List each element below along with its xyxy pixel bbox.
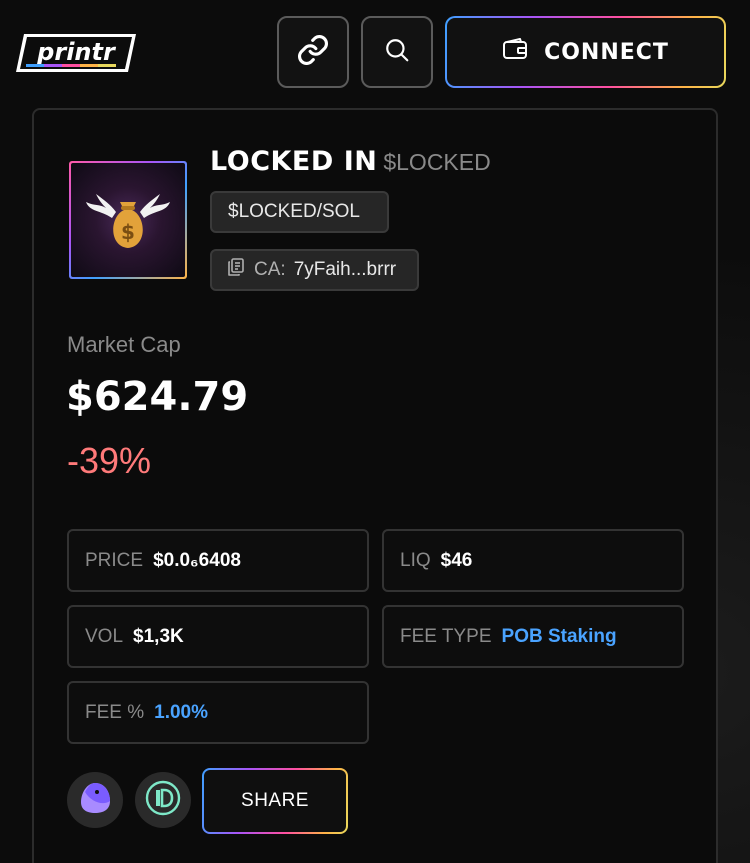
svg-text:$: $: [121, 220, 135, 244]
pair-label: $LOCKED/SOL: [228, 201, 360, 222]
fee-pct-value: 1.00%: [154, 701, 208, 723]
share-label: SHARE: [241, 790, 309, 811]
liq-label: LIQ: [400, 549, 431, 571]
market-cap-change: -39%: [67, 440, 152, 481]
token-title: LOCKED IN $LOCKED: [210, 146, 491, 177]
dexscreener-link[interactable]: [135, 772, 191, 828]
printr-logo[interactable]: printr: [16, 30, 138, 76]
fee-type-value[interactable]: POB Staking: [502, 626, 617, 648]
copy-contract-address[interactable]: CA: 7yFaih...brrr: [210, 249, 419, 291]
price-label: PRICE: [85, 549, 144, 571]
ca-value: 7yFaih...brrr: [293, 259, 397, 280]
dexscreener-icon: [143, 778, 183, 823]
fee-percent-stat: FEE % 1.00%: [67, 681, 369, 744]
connect-label: CONNECT: [544, 39, 669, 65]
market-cap-value: $624.79: [66, 374, 249, 420]
price-value: $0.0₆6408: [153, 549, 241, 571]
market-cap-label: Market Cap: [67, 332, 181, 357]
fee-type-label: FEE TYPE: [400, 625, 492, 647]
link-icon: [296, 33, 330, 72]
pumpfun-link[interactable]: [67, 772, 123, 828]
copy-icon: [226, 257, 246, 283]
vol-value: $1,3K: [133, 625, 184, 647]
wallet-icon: [502, 37, 528, 67]
pumpfun-icon: [77, 780, 113, 821]
token-name: LOCKED IN: [210, 146, 378, 177]
token-image: $: [69, 161, 187, 279]
price-stat: PRICE $0.0₆6408: [67, 529, 369, 592]
share-button[interactable]: SHARE: [202, 768, 348, 834]
liquidity-stat: LIQ $46: [382, 529, 684, 592]
fee-type-stat: FEE TYPE POB Staking: [382, 605, 684, 668]
token-ticker: $LOCKED: [383, 149, 491, 175]
fee-pct-label: FEE %: [85, 701, 145, 723]
connect-wallet-button[interactable]: CONNECT: [445, 16, 726, 88]
search-icon: [384, 37, 410, 68]
search-button[interactable]: [361, 16, 433, 88]
ca-label: CA:: [254, 259, 286, 280]
vol-label: VOL: [85, 625, 124, 647]
money-bag-icon: $: [86, 194, 170, 248]
pair-badge[interactable]: $LOCKED/SOL: [210, 191, 389, 233]
liq-value: $46: [440, 549, 473, 571]
volume-stat: VOL $1,3K: [67, 605, 369, 668]
copy-link-button[interactable]: [277, 16, 349, 88]
token-card: $ LOCKED IN $LOCKED $LOCKED/SOL CA: 7yFai…: [32, 108, 718, 863]
logo-text: printr: [36, 38, 117, 66]
